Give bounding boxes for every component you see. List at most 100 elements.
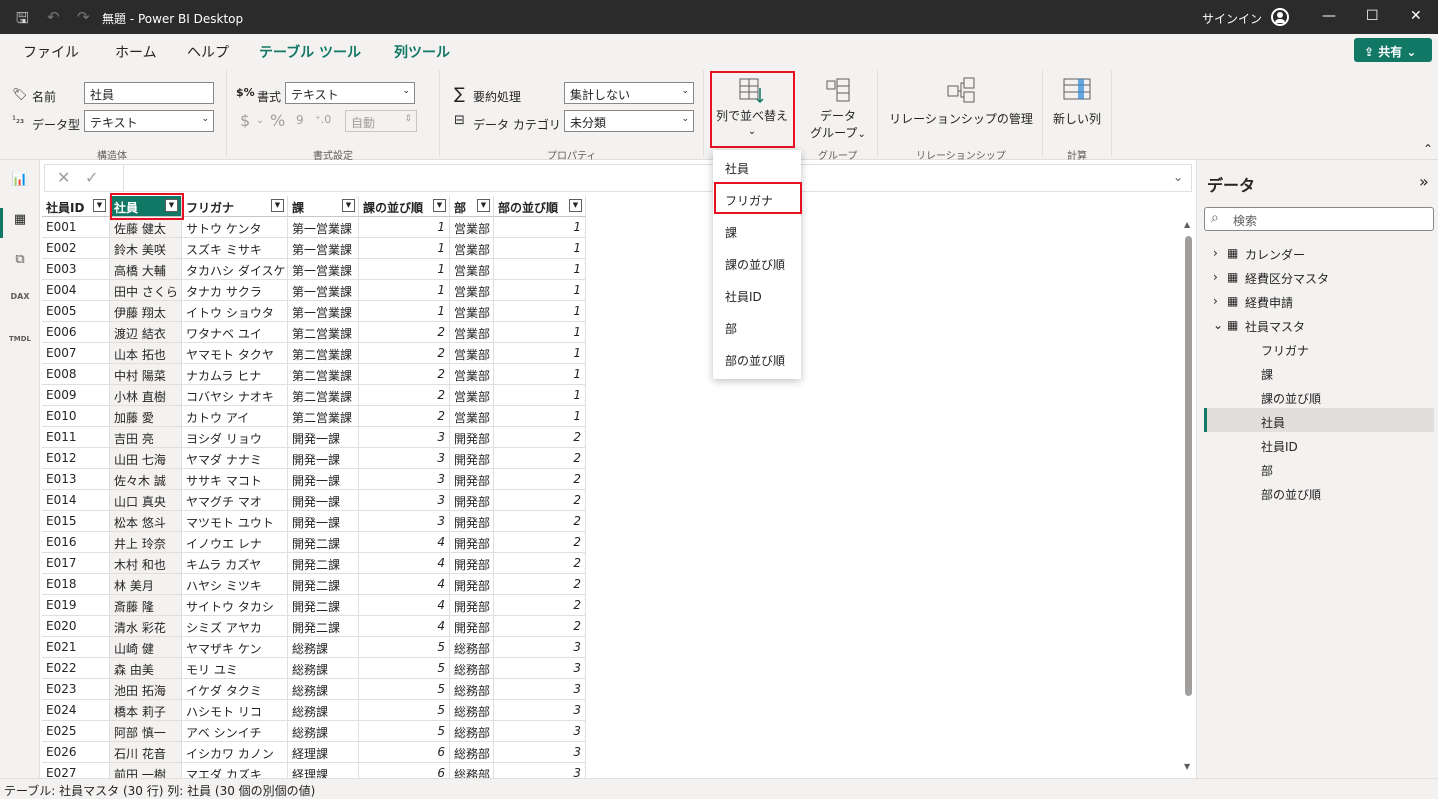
table-cell[interactable]: E007: [42, 343, 110, 364]
share-button[interactable]: ⇪ 共有 ⌄: [1354, 38, 1432, 62]
table-row[interactable]: E012 山田 七海 ヤマダ ナナミ 開発一課 3 開発部 2: [42, 448, 586, 469]
table-row[interactable]: E016 井上 玲奈 イノウエ レナ 開発二課 4 開発部 2: [42, 532, 586, 553]
table-row[interactable]: E010 加藤 愛カトウ アイ 第二営業課 2 営業部 1: [42, 406, 586, 427]
table-cell[interactable]: ナカムラ ヒナ: [182, 364, 288, 385]
field-item[interactable]: フリガナ: [1261, 342, 1309, 359]
table-cell[interactable]: 清水 彩花: [110, 616, 182, 637]
table-cell[interactable]: 総務部: [450, 700, 494, 721]
table-cell[interactable]: 営業部: [450, 259, 494, 280]
table-cell[interactable]: 2: [494, 532, 586, 553]
redo-icon[interactable]: ↷: [77, 8, 90, 26]
table-cell[interactable]: 総務部: [450, 637, 494, 658]
field-item[interactable]: 課: [1261, 366, 1273, 383]
table-cell[interactable]: ハヤシ ミツキ: [182, 574, 288, 595]
summarize-select[interactable]: 集計しない ⌄: [564, 82, 694, 104]
percent-icon[interactable]: %: [270, 111, 285, 130]
table-cell[interactable]: 営業部: [450, 364, 494, 385]
table-cell[interactable]: 第一営業課: [288, 238, 359, 259]
table-cell[interactable]: アベ シンイチ: [182, 721, 288, 742]
table-row[interactable]: E026 石川 花音 イシカワ カノン 経理課 6 総務部 3: [42, 742, 586, 763]
table-cell[interactable]: カトウ アイ: [182, 406, 288, 427]
table-row[interactable]: E027 前田 一樹 マエダ カズキ 経理課 6 総務部 3: [42, 763, 586, 778]
table-cell[interactable]: 1: [494, 385, 586, 406]
table-cell[interactable]: ササキ マコト: [182, 469, 288, 490]
table-cell[interactable]: 2: [359, 343, 450, 364]
table-cell[interactable]: 営業部: [450, 217, 494, 238]
table-cell[interactable]: 3: [359, 469, 450, 490]
table-cell[interactable]: スズキ ミサキ: [182, 238, 288, 259]
format-select[interactable]: テキスト ⌄: [285, 82, 415, 104]
table-cell[interactable]: 開発部: [450, 616, 494, 637]
table-cell[interactable]: E026: [42, 742, 110, 763]
table-cell[interactable]: 高橋 大輔: [110, 259, 182, 280]
name-input[interactable]: 社員: [84, 82, 214, 104]
table-cell[interactable]: 開発部: [450, 595, 494, 616]
table-cell[interactable]: 営業部: [450, 301, 494, 322]
signin-link[interactable]: サインイン: [1202, 10, 1262, 27]
table-cell[interactable]: 3: [359, 448, 450, 469]
table-cell[interactable]: 池田 拓海: [110, 679, 182, 700]
table-cell[interactable]: E010: [42, 406, 110, 427]
table-cell[interactable]: タカハシ ダイスケ: [182, 259, 288, 280]
category-select[interactable]: 未分類 ⌄: [564, 110, 694, 132]
table-cell[interactable]: 1: [359, 301, 450, 322]
table-item[interactable]: 経費申請: [1245, 294, 1293, 311]
table-cell[interactable]: 営業部: [450, 280, 494, 301]
table-cell[interactable]: 3: [494, 658, 586, 679]
dax-query-icon[interactable]: DAX: [9, 292, 31, 301]
table-cell[interactable]: 営業部: [450, 322, 494, 343]
table-row[interactable]: E021 山崎 健ヤマザキ ケン 総務課 5 総務部 3: [42, 637, 586, 658]
table-cell[interactable]: 木村 和也: [110, 553, 182, 574]
dropdown-item[interactable]: 課の並び順: [725, 256, 785, 273]
table-cell[interactable]: 鈴木 美咲: [110, 238, 182, 259]
currency-icon[interactable]: $: [240, 111, 250, 130]
table-cell[interactable]: 6: [359, 763, 450, 778]
table-cell[interactable]: 総務部: [450, 763, 494, 778]
table-cell[interactable]: ヤマグチ マオ: [182, 490, 288, 511]
table-cell[interactable]: 2: [494, 448, 586, 469]
table-cell[interactable]: 3: [494, 721, 586, 742]
table-cell[interactable]: 山口 真央: [110, 490, 182, 511]
scrollbar-thumb[interactable]: [1185, 236, 1192, 696]
table-cell[interactable]: 開発二課: [288, 595, 359, 616]
table-row[interactable]: E005 伊藤 翔太 イトウ ショウタ 第一営業課 1 営業部 1: [42, 301, 586, 322]
table-cell[interactable]: 開発部: [450, 553, 494, 574]
table-cell[interactable]: 1: [494, 280, 586, 301]
table-cell[interactable]: 総務部: [450, 721, 494, 742]
menu-file[interactable]: ファイル: [23, 42, 79, 62]
table-cell[interactable]: 3: [359, 427, 450, 448]
table-row[interactable]: E024 橋本 莉子 ハシモト リコ 総務課 5 総務部 3: [42, 700, 586, 721]
formula-bar[interactable]: ✕ ✓ ⌄: [44, 164, 1192, 192]
table-cell[interactable]: E023: [42, 679, 110, 700]
table-cell[interactable]: 2: [494, 553, 586, 574]
table-cell[interactable]: 森 由美: [110, 658, 182, 679]
table-cell[interactable]: 井上 玲奈: [110, 532, 182, 553]
table-cell[interactable]: 営業部: [450, 385, 494, 406]
table-cell[interactable]: E009: [42, 385, 110, 406]
filter-dropdown-icon[interactable]: ▼: [93, 199, 106, 212]
table-cell[interactable]: 開発部: [450, 574, 494, 595]
table-cell[interactable]: 2: [494, 469, 586, 490]
table-cell[interactable]: 総務課: [288, 637, 359, 658]
table-cell[interactable]: 6: [359, 742, 450, 763]
table-cell[interactable]: 開発部: [450, 511, 494, 532]
table-cell[interactable]: 2: [359, 364, 450, 385]
dropdown-item[interactable]: 部の並び順: [725, 352, 785, 369]
table-cell[interactable]: 開発一課: [288, 427, 359, 448]
table-cell[interactable]: 1: [359, 238, 450, 259]
table-cell[interactable]: マエダ カズキ: [182, 763, 288, 778]
table-cell[interactable]: E012: [42, 448, 110, 469]
table-cell[interactable]: 佐々木 誠: [110, 469, 182, 490]
table-row[interactable]: E006 渡辺 結衣 ワタナベ ユイ 第二営業課 2 営業部 1: [42, 322, 586, 343]
table-cell[interactable]: 1: [494, 238, 586, 259]
table-cell[interactable]: 加藤 愛: [110, 406, 182, 427]
table-cell[interactable]: サトウ ケンタ: [182, 217, 288, 238]
minimize-icon[interactable]: —: [1322, 8, 1336, 24]
field-item[interactable]: 社員: [1261, 414, 1285, 431]
chevron-down-icon[interactable]: ⌄: [1213, 318, 1223, 332]
comma-icon[interactable]: 9: [296, 113, 304, 127]
table-cell[interactable]: シミズ アヤカ: [182, 616, 288, 637]
table-cell[interactable]: 開発二課: [288, 616, 359, 637]
avatar-icon[interactable]: [1271, 8, 1289, 26]
table-cell[interactable]: 吉田 亮: [110, 427, 182, 448]
